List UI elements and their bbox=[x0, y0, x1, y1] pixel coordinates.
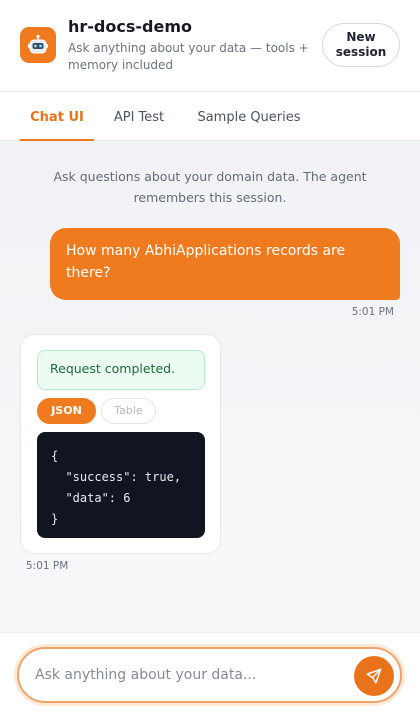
status-badge: Request completed. bbox=[37, 350, 205, 390]
tab-sample-queries[interactable]: Sample Queries bbox=[190, 92, 308, 141]
robot-icon bbox=[20, 27, 56, 63]
user-message: How many AbhiApplications records are th… bbox=[50, 228, 400, 300]
app-title: hr-docs-demo bbox=[68, 17, 192, 36]
tab-api-test[interactable]: API Test bbox=[106, 92, 172, 141]
chat-intro: Ask questions about your domain data. Th… bbox=[53, 169, 367, 205]
new-session-button[interactable]: New session bbox=[322, 23, 400, 67]
table-view-toggle[interactable]: Table bbox=[101, 398, 156, 424]
message-input[interactable] bbox=[35, 661, 335, 689]
json-code-block: { "success": true, "data": 6 } bbox=[37, 432, 205, 538]
json-view-toggle[interactable]: JSON bbox=[37, 398, 96, 424]
app-header: hr-docs-demo Ask anything about your dat… bbox=[0, 0, 420, 92]
assistant-message-time: 5:01 PM bbox=[26, 560, 69, 572]
assistant-message: Request completed. JSON Table { "success… bbox=[20, 334, 221, 554]
send-icon bbox=[365, 667, 383, 685]
composer bbox=[17, 647, 402, 703]
composer-bar bbox=[0, 632, 420, 720]
tab-chat-ui[interactable]: Chat UI bbox=[20, 92, 94, 141]
user-message-time: 5:01 PM bbox=[351, 306, 394, 318]
app-subtitle: Ask anything about your data — tools + m… bbox=[68, 41, 309, 72]
tab-bar: Chat UI API Test Sample Queries bbox=[0, 92, 420, 141]
send-button[interactable] bbox=[354, 656, 394, 696]
chat-area[interactable]: Ask questions about your domain data. Th… bbox=[0, 141, 420, 632]
